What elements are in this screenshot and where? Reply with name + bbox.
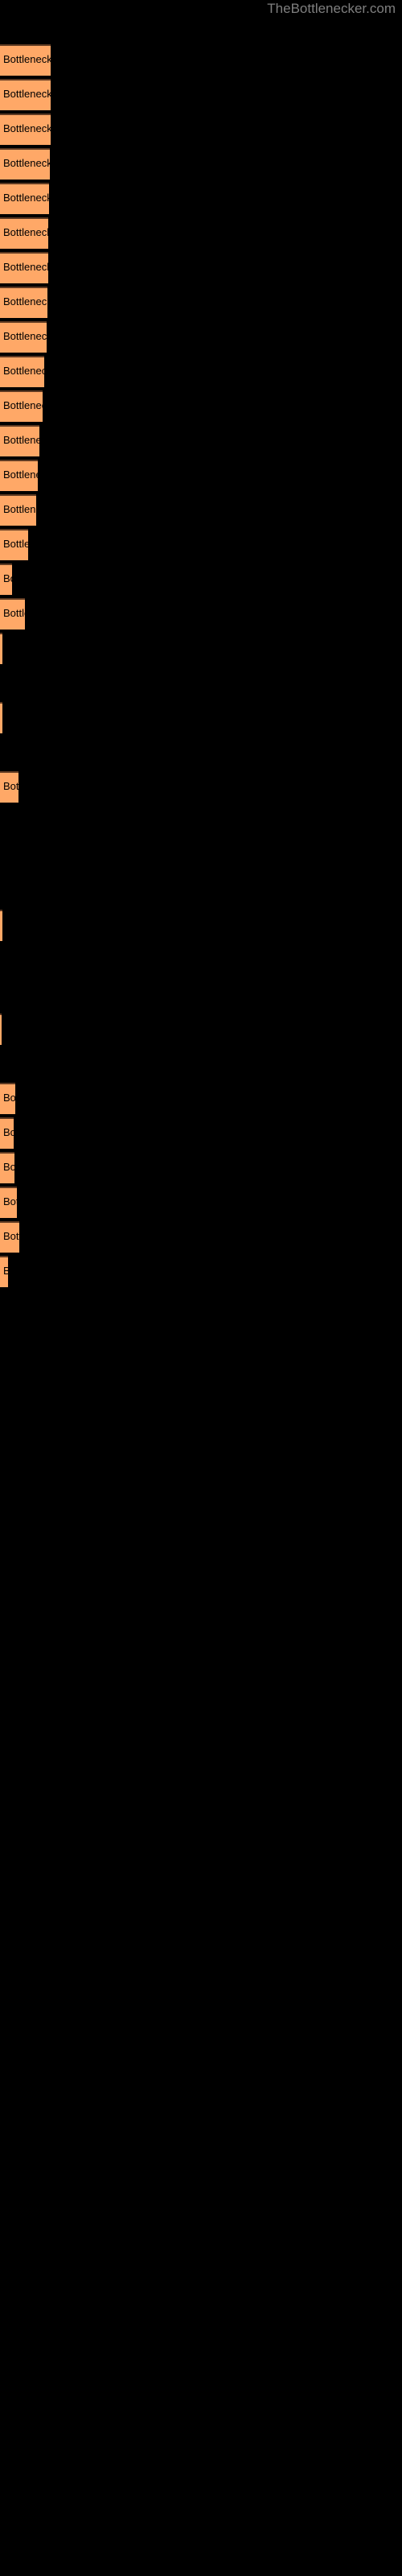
bar-8[interactable]: Bottleneck result xyxy=(0,287,47,318)
bar-label: Bottleneck result xyxy=(3,538,28,550)
bar-5[interactable]: Bottleneck result xyxy=(0,183,49,214)
bar-12[interactable]: Bottleneck result xyxy=(0,425,39,456)
bar-label: Bottleneck result xyxy=(3,607,25,619)
bar-32[interactable]: Bottleneck result xyxy=(0,1117,14,1149)
plot-area: Bottleneck result Bottleneck result Bottle… xyxy=(0,0,402,2576)
bar-label: Bottleneck result xyxy=(3,434,39,446)
bar-label: Bottleneck result xyxy=(3,1126,14,1138)
bar-label: Bottleneck result xyxy=(3,53,51,65)
bar-label: Bottleneck result xyxy=(3,1092,15,1104)
bar-label: Bottleneck result xyxy=(3,503,36,515)
bar-label: Bottleneck result xyxy=(3,1265,8,1278)
bar-13[interactable]: Bottleneck result xyxy=(0,460,38,491)
bar-16[interactable]: Bottleneck result xyxy=(0,564,12,595)
bar-33[interactable]: Bottleneck result xyxy=(0,1152,14,1183)
bar-10[interactable]: Bottleneck result xyxy=(0,356,44,387)
bar-36[interactable]: Bottleneck result xyxy=(0,1256,8,1287)
bar-26[interactable]: Bottleneck result xyxy=(0,910,2,941)
bar-14[interactable]: Bottleneck result xyxy=(0,494,36,526)
bar-35[interactable]: Bottleneck result xyxy=(0,1221,19,1253)
bar-17[interactable]: Bottleneck result xyxy=(0,598,25,630)
bar-label: Bottleneck result xyxy=(3,295,47,308)
bar-31[interactable]: Bottleneck result xyxy=(0,1083,15,1114)
bar-label: Bottleneck result xyxy=(3,157,50,169)
bar-label: Bottleneck result xyxy=(3,192,49,204)
bar-11[interactable]: Bottleneck result xyxy=(0,390,43,422)
bar-chart-root: TheBottlenecker.com Bottleneck resultBot… xyxy=(0,0,402,2576)
bar-label: Bottleneck result xyxy=(3,399,43,411)
bar-2[interactable]: Bottleneck result xyxy=(0,79,51,110)
bar-3[interactable]: Bottleneck result xyxy=(0,114,51,145)
bar-label: Bottleneck result xyxy=(3,1230,19,1242)
bar-29[interactable]: Bottleneck result xyxy=(0,1013,2,1045)
bar-label: Bottleneck result xyxy=(3,469,38,481)
bar-6[interactable]: Bottleneck result xyxy=(0,217,48,249)
bar-4[interactable]: Bottleneck result xyxy=(0,148,50,180)
bar-label: Bottleneck result xyxy=(3,1195,17,1208)
bar-9[interactable]: Bottleneck result xyxy=(0,321,47,353)
bar-18[interactable]: Bottleneck result xyxy=(0,633,2,664)
bar-label: Bottleneck result xyxy=(3,88,51,100)
bar-label: Bottleneck result xyxy=(3,780,18,792)
bar-label: Bottleneck result xyxy=(3,572,12,584)
bar-label: Bottleneck result xyxy=(3,261,48,273)
bar-22[interactable]: Bottleneck result xyxy=(0,771,18,803)
bar-20[interactable]: Bottleneck result xyxy=(0,702,2,733)
bar-34[interactable]: Bottleneck result xyxy=(0,1187,17,1218)
bar-1[interactable]: Bottleneck result xyxy=(0,44,51,76)
bar-label: Bottleneck result xyxy=(3,330,47,342)
bar-label: Bottleneck result xyxy=(3,226,48,238)
bar-label: Bottleneck result xyxy=(3,365,44,377)
bar-label: Bottleneck result xyxy=(3,1161,14,1173)
bar-label: Bottleneck result xyxy=(3,122,51,134)
bar-7[interactable]: Bottleneck result xyxy=(0,252,48,283)
bar-15[interactable]: Bottleneck result xyxy=(0,529,28,560)
